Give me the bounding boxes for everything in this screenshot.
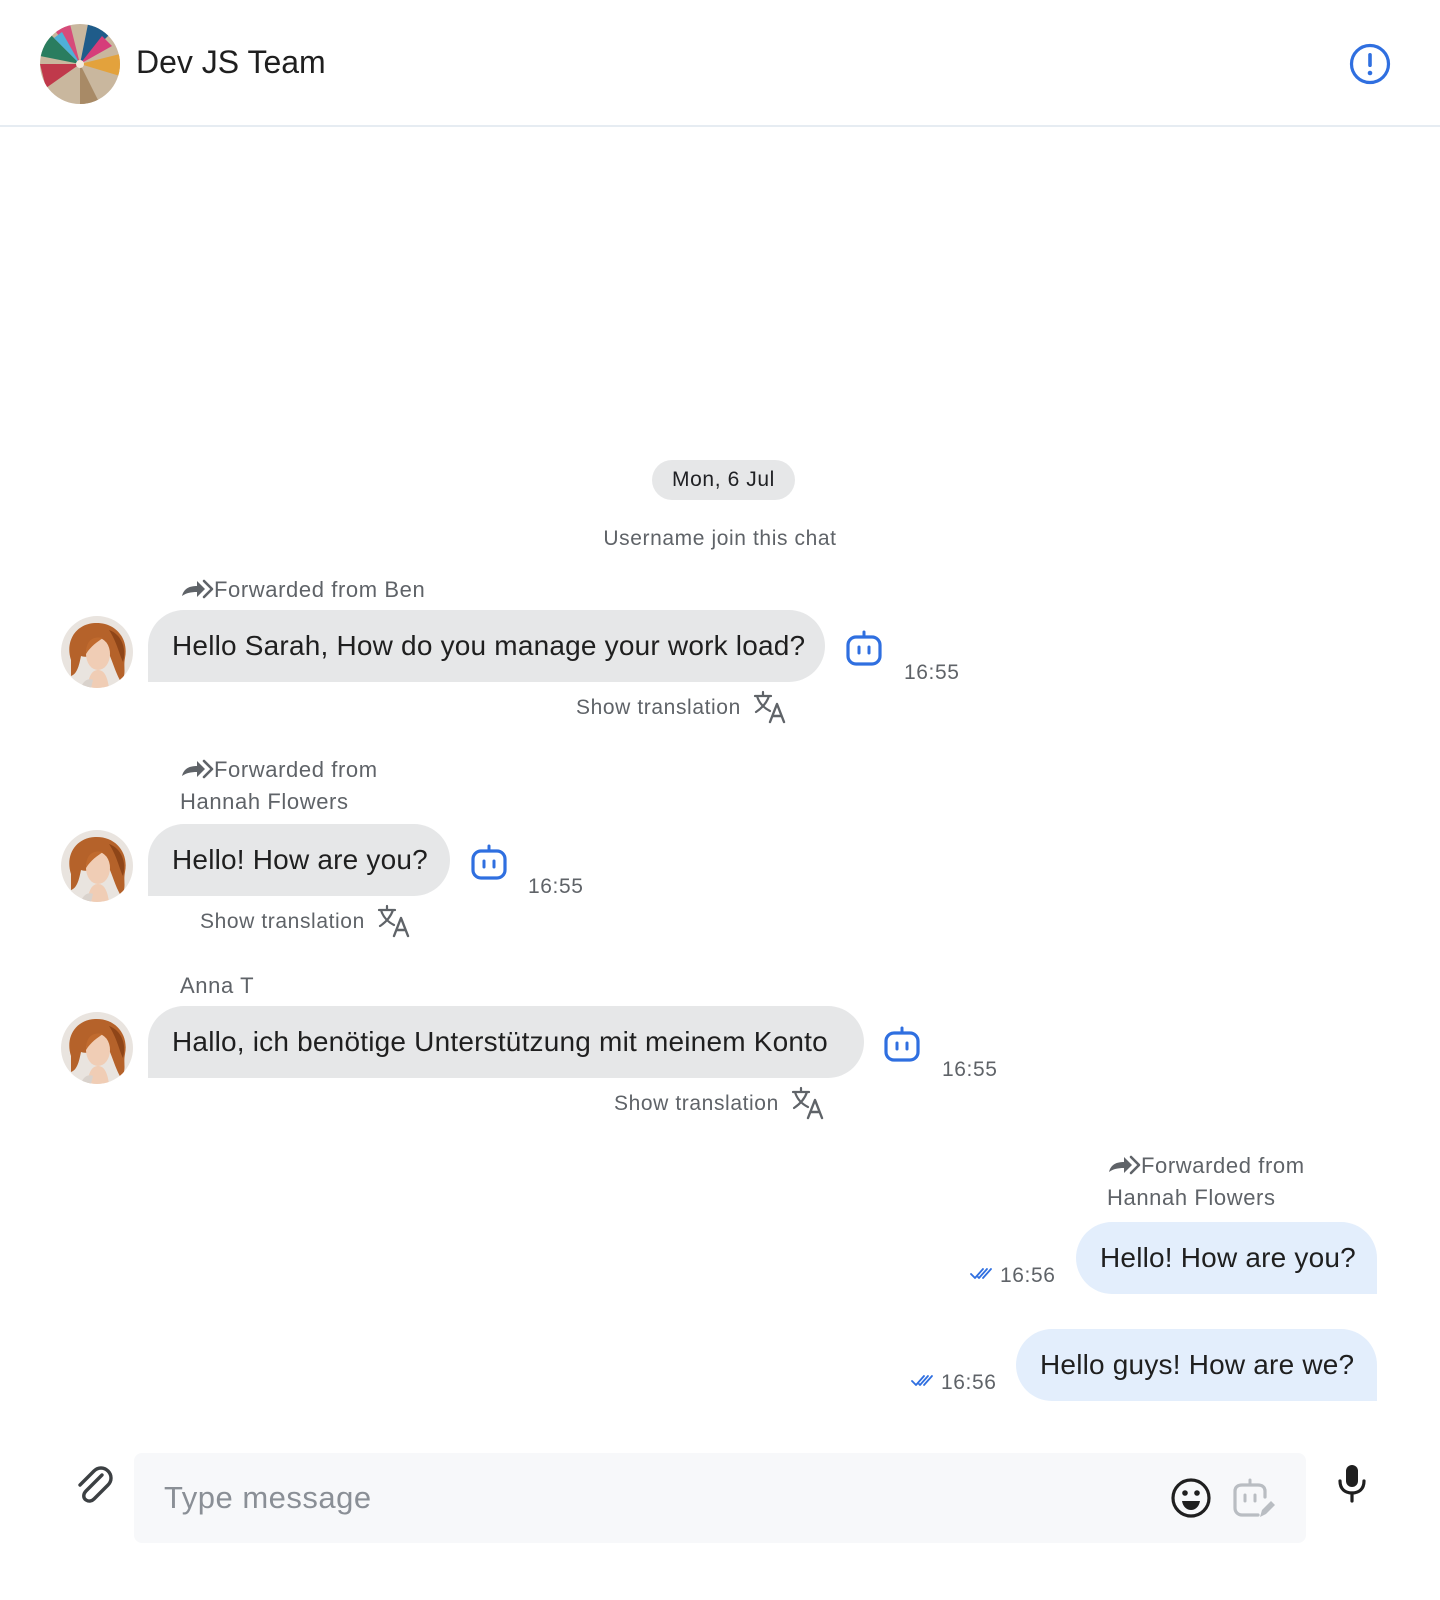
forward-icon — [1107, 1155, 1141, 1175]
forward-icon — [180, 759, 214, 779]
emoji-icon[interactable] — [1170, 1477, 1212, 1519]
forwarded-text: Forwarded from Ben — [214, 577, 426, 602]
forwarded-label: Forwarded from Ben — [180, 574, 425, 606]
message-bubble[interactable]: Hello! How are you? — [148, 824, 450, 896]
message-input[interactable] — [164, 1453, 1124, 1543]
forwarded-text: Forwarded from — [1141, 1153, 1305, 1178]
attach-icon[interactable] — [72, 1462, 114, 1504]
message-time: 16:55 — [942, 1058, 998, 1081]
bot-icon[interactable] — [469, 843, 509, 883]
bot-icon[interactable] — [882, 1025, 922, 1065]
message-bubble[interactable]: Hello Sarah, How do you manage your work… — [148, 610, 825, 682]
message-bubble[interactable]: Hello guys! How are we? — [1016, 1329, 1377, 1401]
ai-compose-icon[interactable] — [1232, 1477, 1276, 1521]
sender-avatar[interactable] — [61, 1012, 133, 1084]
chat-header: Dev JS Team — [0, 0, 1440, 127]
system-message: Username join this chat — [603, 527, 837, 550]
message-bubble[interactable]: Hello! How are you? — [1076, 1222, 1377, 1294]
show-translation-label: Show translation — [614, 1092, 779, 1115]
forwarded-sender: Hannah Flowers — [180, 789, 349, 814]
message-composer — [134, 1453, 1306, 1543]
translate-icon — [753, 690, 787, 724]
info-icon[interactable] — [1349, 43, 1391, 85]
group-avatar[interactable] — [40, 24, 120, 104]
sender-avatar[interactable] — [61, 616, 133, 688]
show-translation-label: Show translation — [200, 910, 365, 933]
translate-icon — [377, 904, 411, 938]
sender-avatar[interactable] — [61, 830, 133, 902]
chat-title: Dev JS Team — [136, 44, 326, 80]
show-translation-button[interactable]: Show translation — [576, 690, 787, 724]
translate-icon — [791, 1086, 825, 1120]
message-time: 16:55 — [528, 875, 584, 898]
date-divider: Mon, 6 Jul — [652, 460, 795, 500]
double-check-icon — [911, 1374, 937, 1388]
show-translation-button[interactable]: Show translation — [614, 1086, 825, 1120]
forwarded-sender: Hannah Flowers — [1107, 1185, 1276, 1210]
message-time-label: 16:56 — [1000, 1264, 1056, 1287]
message-time-label: 16:56 — [941, 1371, 997, 1394]
bot-icon[interactable] — [844, 629, 884, 669]
message-time: 16:56 — [970, 1263, 1056, 1289]
message-time: 16:56 — [911, 1370, 997, 1396]
double-check-icon — [970, 1267, 996, 1281]
sender-name: Anna T — [180, 973, 255, 998]
show-translation-button[interactable]: Show translation — [200, 904, 411, 938]
forward-icon — [180, 579, 214, 599]
show-translation-label: Show translation — [576, 696, 741, 719]
forwarded-label: Forwarded from — [1107, 1150, 1305, 1182]
microphone-icon[interactable] — [1330, 1461, 1374, 1505]
forwarded-label: Forwarded from — [180, 754, 378, 786]
message-bubble[interactable]: Hallo, ich benötige Unterstützung mit me… — [148, 1006, 864, 1078]
forwarded-text: Forwarded from — [214, 757, 378, 782]
message-time: 16:55 — [904, 661, 960, 684]
